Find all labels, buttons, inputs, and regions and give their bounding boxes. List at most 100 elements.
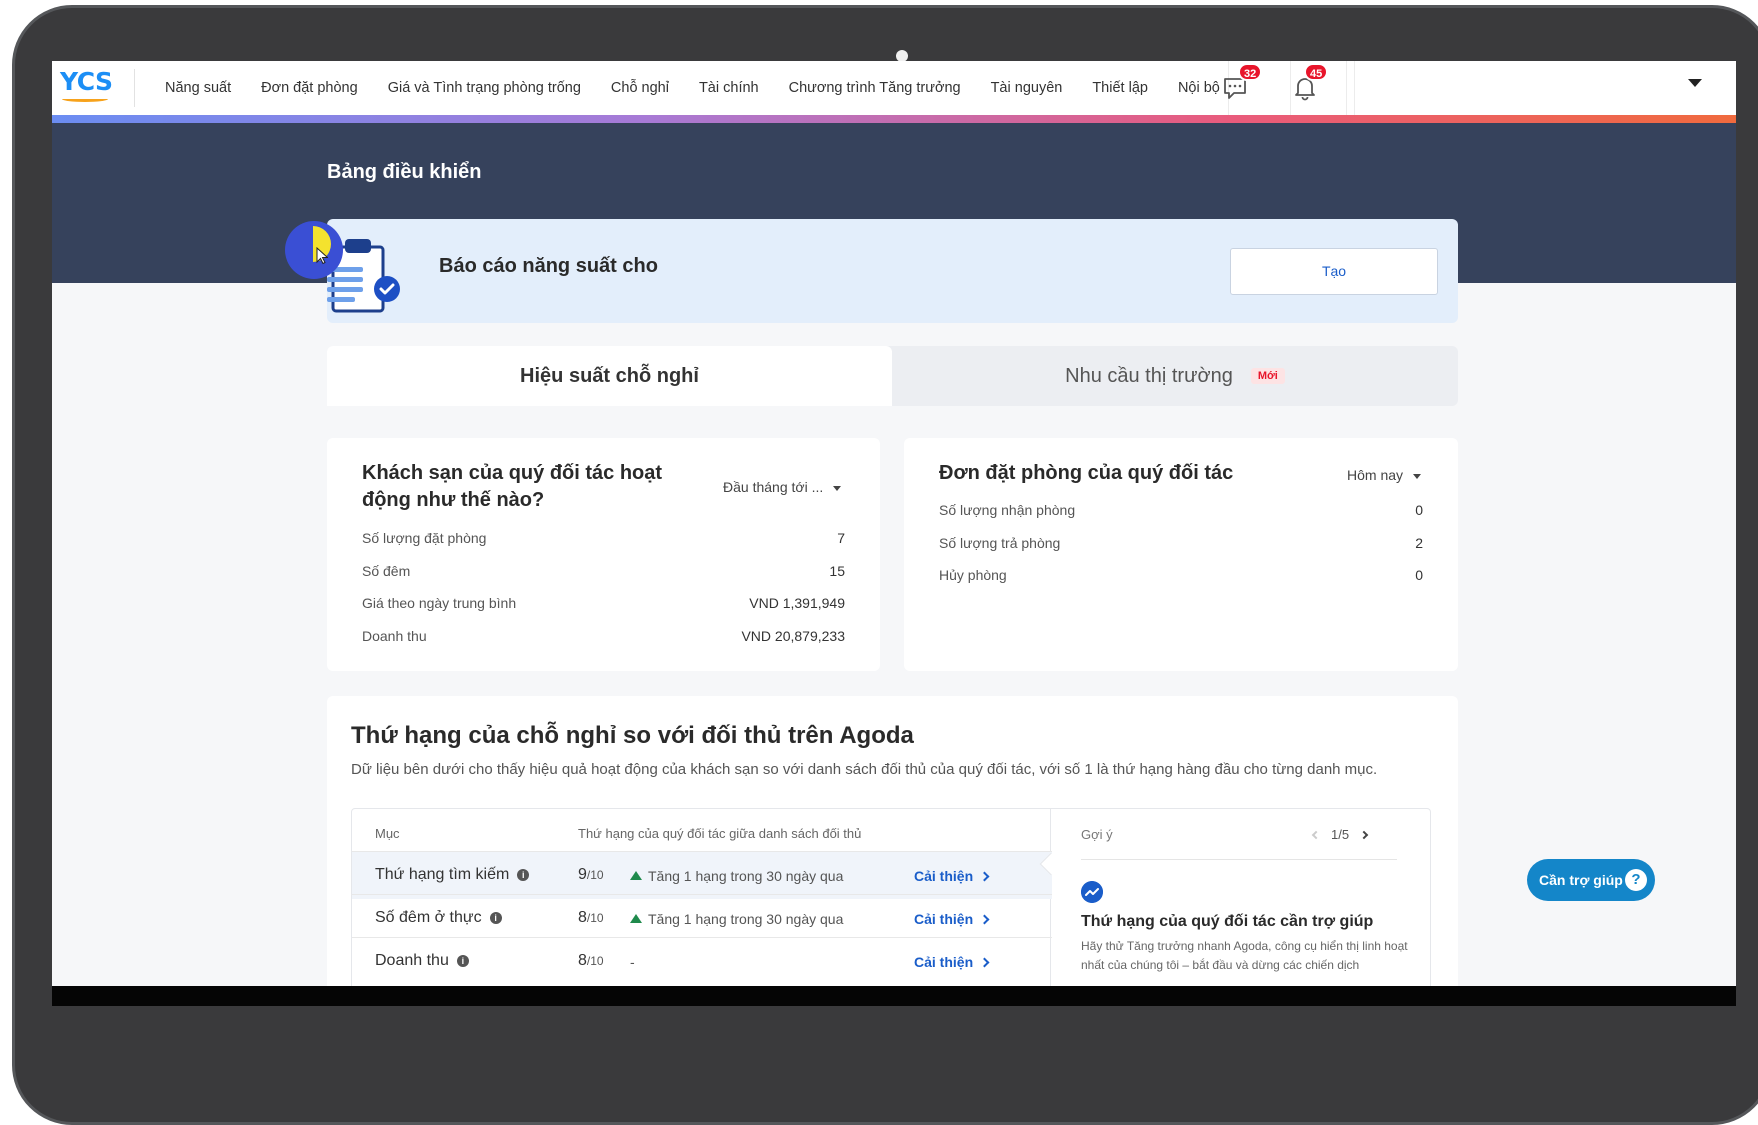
mouse-cursor-icon xyxy=(316,247,328,265)
tab-property-performance[interactable]: Hiệu suất chỗ nghỉ xyxy=(327,346,892,406)
kv-row: Giá theo ngày trung bình VND 1,391,949 xyxy=(362,595,845,617)
table-row[interactable]: Số đêm ở thực i 8/10 Tăng 1 hạng trong 30… xyxy=(352,894,1052,942)
table-row[interactable]: Thứ hạng tìm kiếm i 9/10 Tăng 1 hạng tron… xyxy=(352,851,1052,899)
tab-label: Nhu cầu thị trường xyxy=(1065,364,1233,387)
kv-value: VND 1,391,949 xyxy=(749,595,845,611)
top-nav: YCS Năng suất Đơn đặt phòng Giá và Tình … xyxy=(52,61,1736,115)
kv-row: Số lượng trả phòng 2 xyxy=(939,535,1423,557)
row-name-text: Thứ hạng tìm kiếm xyxy=(375,866,510,883)
trend-up-icon xyxy=(630,871,642,880)
row-name: Số đêm ở thực i xyxy=(375,909,502,927)
performance-period-dropdown[interactable]: Đầu tháng tới ... xyxy=(723,479,842,495)
kv-label: Số lượng trả phòng xyxy=(939,535,1061,551)
kv-label: Giá theo ngày trung bình xyxy=(362,595,517,611)
tab-market-demand[interactable]: Nhu cầu thị trường Mới xyxy=(892,346,1458,406)
screen-bottom-bar xyxy=(52,986,1736,1006)
kv-value: 7 xyxy=(837,530,845,546)
period-value: Đầu tháng tới ... xyxy=(723,479,824,495)
column-header-item: Mục xyxy=(375,826,400,841)
ranking-card: Thứ hạng của chỗ nghỉ so với đối thủ trê… xyxy=(327,696,1458,1006)
new-badge: Mới xyxy=(1250,368,1285,384)
messages-badge: 32 xyxy=(1238,63,1263,81)
create-report-button[interactable]: Tạo xyxy=(1230,248,1438,295)
notifications-badge: 45 xyxy=(1304,63,1329,81)
bookings-period-dropdown[interactable]: Hôm nay xyxy=(1347,467,1422,483)
account-dropdown-icon[interactable] xyxy=(1688,79,1702,87)
divider xyxy=(1081,859,1397,860)
trend-text: Tăng 1 hạng trong 30 ngày qua xyxy=(648,911,844,927)
row-score: 8/10 xyxy=(578,952,604,970)
app-screen: YCS Năng suất Đơn đặt phòng Giá và Tình … xyxy=(52,61,1736,1006)
nav-item-bookings[interactable]: Đơn đặt phòng xyxy=(246,80,373,96)
ranking-table: Mục Thứ hạng của quý đối tác giữa danh s… xyxy=(351,808,1052,1006)
row-trend: - xyxy=(630,954,635,970)
trending-up-icon xyxy=(1081,881,1103,903)
caret-down-icon xyxy=(1413,473,1422,479)
improve-link[interactable]: Cải thiện xyxy=(914,868,990,884)
kv-row: Doanh thu VND 20,879,233 xyxy=(362,628,845,650)
improve-label: Cải thiện xyxy=(914,868,974,884)
ranking-title: Thứ hạng của chỗ nghỉ so với đối thủ trê… xyxy=(351,722,914,749)
question-icon: ? xyxy=(1625,869,1647,891)
kv-value: VND 20,879,233 xyxy=(741,628,845,644)
kv-value: 0 xyxy=(1415,567,1423,583)
logo-swoosh-icon xyxy=(62,96,108,102)
report-title: Báo cáo năng suất cho xyxy=(439,255,658,277)
suggestion-title: Thứ hạng của quý đối tác cần trợ giúp xyxy=(1081,913,1374,930)
trend-up-icon xyxy=(630,914,642,923)
chevron-right-icon xyxy=(979,914,990,925)
row-score: 8/10 xyxy=(578,909,604,927)
nav-menu: Năng suất Đơn đặt phòng Giá và Tình trạn… xyxy=(150,61,1235,115)
info-icon[interactable]: i xyxy=(517,868,530,881)
help-label: Cần trợ giúp xyxy=(1539,872,1623,888)
suggestion-panel: Gợi ý 1/5 Thứ hạng của quý đối tác cần t… xyxy=(1051,808,1431,1006)
info-icon[interactable]: i xyxy=(489,911,502,924)
pager-text: 1/5 xyxy=(1331,827,1350,842)
ycs-logo[interactable]: YCS xyxy=(60,67,113,96)
nav-item-rates-availability[interactable]: Giá và Tình trạng phòng trống xyxy=(373,80,596,96)
score-total: /10 xyxy=(586,868,604,882)
improve-label: Cải thiện xyxy=(914,911,974,927)
row-name-text: Số đêm ở thực xyxy=(375,909,482,926)
kv-row: Số lượng nhận phòng 0 xyxy=(939,502,1423,524)
nav-item-property[interactable]: Chỗ nghỉ xyxy=(596,80,684,96)
info-icon[interactable]: i xyxy=(456,954,469,967)
bookings-card: Đơn đặt phòng của quý đối tác Hôm nay Số… xyxy=(904,438,1458,671)
table-row[interactable]: Doanh thu i 8/10 - Cải thiện xyxy=(352,937,1052,985)
nav-item-performance[interactable]: Năng suất xyxy=(150,80,246,96)
kv-row: Số lượng đặt phòng 7 xyxy=(362,530,845,552)
caret-down-icon xyxy=(833,485,842,491)
period-value: Hôm nay xyxy=(1347,467,1404,483)
page-title: Bảng điều khiển xyxy=(327,161,482,183)
trend-text: Tăng 1 hạng trong 30 ngày qua xyxy=(648,868,844,884)
dashboard-tabs: Hiệu suất chỗ nghỉ Nhu cầu thị trường Mớ… xyxy=(327,346,1458,406)
chevron-left-icon[interactable] xyxy=(1311,830,1321,840)
nav-item-resources[interactable]: Tài nguyên xyxy=(976,80,1078,96)
chevron-right-icon[interactable] xyxy=(1359,830,1369,840)
chevron-right-icon xyxy=(979,957,990,968)
help-button[interactable]: Cần trợ giúp ? xyxy=(1527,859,1655,901)
nav-item-settings[interactable]: Thiết lập xyxy=(1077,80,1163,96)
score-value: 9 xyxy=(578,866,587,883)
suggestion-text: Hãy thử Tăng trưởng nhanh Agoda, công cụ… xyxy=(1081,939,1408,972)
kv-label: Số lượng nhận phòng xyxy=(939,502,1076,518)
row-score: 9/10 xyxy=(578,866,604,884)
nav-separator xyxy=(1346,61,1347,115)
nav-item-growth-program[interactable]: Chương trình Tăng trưởng xyxy=(774,80,976,96)
kv-value: 15 xyxy=(829,563,845,579)
bookings-title: Đơn đặt phòng của quý đối tác xyxy=(939,462,1234,484)
improve-label: Cải thiện xyxy=(914,954,974,970)
kv-label: Doanh thu xyxy=(362,628,427,644)
kv-value: 0 xyxy=(1415,502,1423,518)
nav-gradient-bar xyxy=(52,115,1736,123)
nav-item-finance[interactable]: Tài chính xyxy=(684,80,774,96)
improve-link[interactable]: Cải thiện xyxy=(914,954,990,970)
report-banner: Báo cáo năng suất cho Tạo xyxy=(327,219,1458,323)
improve-link[interactable]: Cải thiện xyxy=(914,911,990,927)
account-selector[interactable] xyxy=(1354,61,1684,115)
kv-label: Số đêm xyxy=(362,563,411,579)
suggestion-pager: 1/5 xyxy=(1311,827,1369,842)
ranking-description: Dữ liệu bên dưới cho thấy hiệu quả hoạt … xyxy=(351,761,1378,778)
kv-row: Hủy phòng 0 xyxy=(939,567,1423,589)
kv-label: Hủy phòng xyxy=(939,567,1007,583)
